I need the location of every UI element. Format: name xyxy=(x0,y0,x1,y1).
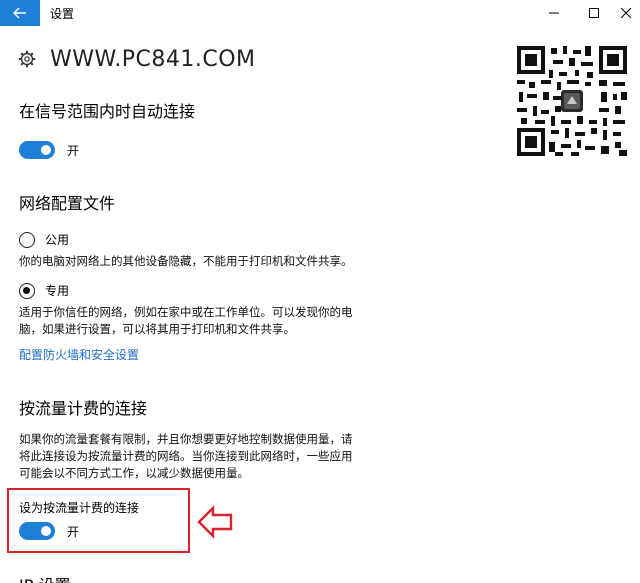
close-button[interactable] xyxy=(606,0,640,26)
back-arrow-icon xyxy=(13,7,26,19)
highlight-box xyxy=(7,488,190,553)
close-icon xyxy=(621,8,631,18)
metered-connection-heading: 按流量计费的连接 xyxy=(19,399,148,418)
metered-toggle[interactable] xyxy=(19,522,55,540)
brand-text: WWW.PC841.COM xyxy=(50,46,256,72)
private-radio[interactable] xyxy=(19,282,35,299)
auto-connect-heading: 在信号范围内时自动连接 xyxy=(19,102,196,121)
network-profile-heading: 网络配置文件 xyxy=(19,194,116,213)
window-title: 设置 xyxy=(50,7,75,21)
brand-header: WWW.PC841.COM xyxy=(18,46,256,72)
minimize-button[interactable] xyxy=(534,0,574,26)
back-button[interactable] xyxy=(0,0,40,26)
toggle-knob xyxy=(41,526,51,536)
toggle-knob xyxy=(41,145,51,155)
left-arrow-annotation-icon xyxy=(197,505,233,539)
maximize-icon xyxy=(589,8,599,18)
title-bar: 设置 xyxy=(0,0,640,26)
metered-description-line-3: 可能会以不同方式工作，以减少数据使用量。 xyxy=(19,466,249,480)
minimize-icon xyxy=(549,12,559,14)
public-radio-row[interactable]: 公用 xyxy=(19,231,69,248)
auto-connect-toggle[interactable] xyxy=(19,141,55,159)
firewall-settings-link[interactable]: 配置防火墙和安全设置 xyxy=(19,346,139,363)
public-description: 你的电脑对网络上的其他设备隐藏，不能用于打印机和文件共享。 xyxy=(19,254,353,268)
qr-code-image xyxy=(515,44,629,158)
settings-content: WWW.PC841.COM 在信号范围内时自动连接 开 网络配置文件 公用 你的… xyxy=(0,26,640,583)
gear-icon xyxy=(18,50,36,68)
set-metered-label: 设为按流量计费的连接 xyxy=(19,501,140,515)
ip-settings-heading: IP 设置 xyxy=(19,572,70,583)
private-radio-row[interactable]: 专用 xyxy=(19,282,69,299)
metered-toggle-row: 开 xyxy=(19,522,79,540)
public-radio[interactable] xyxy=(19,231,35,248)
auto-connect-toggle-row: 开 xyxy=(19,141,79,159)
private-description-line-2: 脑，如果进行设置，可以将其用于打印机和文件共享。 xyxy=(19,322,295,336)
private-radio-label: 专用 xyxy=(45,284,70,298)
metered-toggle-label: 开 xyxy=(67,524,80,539)
public-radio-label: 公用 xyxy=(45,233,70,247)
auto-connect-toggle-label: 开 xyxy=(67,143,80,158)
